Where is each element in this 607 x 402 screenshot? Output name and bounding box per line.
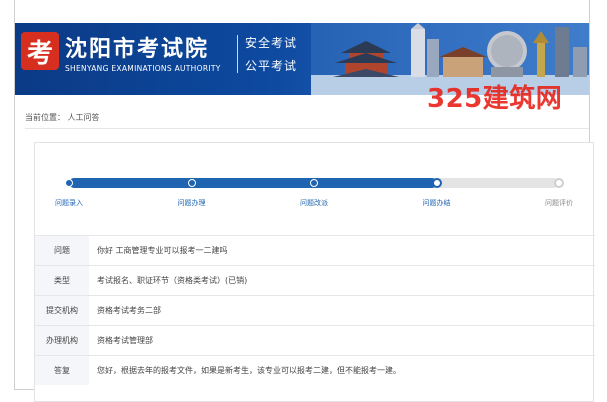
breadcrumb-divider <box>25 128 589 129</box>
detail-value: 考试报名、职证环节（资格类考试）(已销) <box>97 276 248 285</box>
detail-key: 提交机构 <box>35 296 89 325</box>
progress-step-dot <box>65 179 73 187</box>
org-name-en: SHENYANG EXAMINATIONS AUTHORITY <box>65 64 221 73</box>
progress-step-label: 问题办理 <box>177 199 206 207</box>
breadcrumb: 当前位置： 人工问答 <box>25 113 100 122</box>
progress-step-label: 问题办结 <box>422 199 451 207</box>
progress-step-label: 问题录入 <box>55 199 83 207</box>
details-table: 问题 你好 工商管理专业可以报考一二建吗 类型 考试报名、职证环节（资格类考试）(已销… <box>35 235 595 385</box>
progress-fill <box>69 178 437 188</box>
detail-row: 提交机构 资格考试考务二部 <box>35 295 595 325</box>
detail-key: 答复 <box>35 356 89 385</box>
detail-value: 资格考试管理部 <box>97 336 153 345</box>
detail-key: 办理机构 <box>35 326 89 355</box>
authority-logo[interactable]: 考 <box>21 32 59 70</box>
progress-track <box>65 178 564 188</box>
question-detail-panel: 问题录入 问题办理 问题改派 问题办结 问题评价 问题 你好 工商管理专业可以报考一二建吗… <box>34 142 595 402</box>
progress-step-dot <box>554 178 564 188</box>
slogan-divider <box>237 35 238 73</box>
progress-step-label: 问题改派 <box>300 199 328 207</box>
detail-row: 答复 您好，根据去年的报考文件，如果是新考生，该专业可以报考二建，但不能报考一建。 <box>35 355 595 385</box>
detail-value: 资格考试考务二部 <box>97 306 161 315</box>
detail-key: 问题 <box>35 236 89 265</box>
detail-row: 办理机构 资格考试管理部 <box>35 325 595 355</box>
slogan-line2: 公平考试 <box>245 59 298 73</box>
detail-key: 类型 <box>35 266 89 295</box>
progress-step-label: 问题评价 <box>545 199 573 207</box>
detail-value: 您好，根据去年的报考文件，如果是新考生，该专业可以报考二建，但不能报考一建。 <box>97 366 401 375</box>
progress-step-dot <box>431 178 442 188</box>
detail-value: 你好 工商管理专业可以报考一二建吗 <box>97 246 228 255</box>
site-watermark: 325建筑网 <box>427 84 563 114</box>
progress-step-dot <box>187 179 196 187</box>
detail-row: 类型 考试报名、职证环节（资格类考试）(已销) <box>35 265 595 295</box>
org-name-cn[interactable]: 沈阳市考试院 <box>65 31 209 63</box>
slogan-line1: 安全考试 <box>245 36 298 50</box>
progress-step-dot <box>310 179 318 187</box>
detail-row: 问题 你好 工商管理专业可以报考一二建吗 <box>35 235 595 265</box>
